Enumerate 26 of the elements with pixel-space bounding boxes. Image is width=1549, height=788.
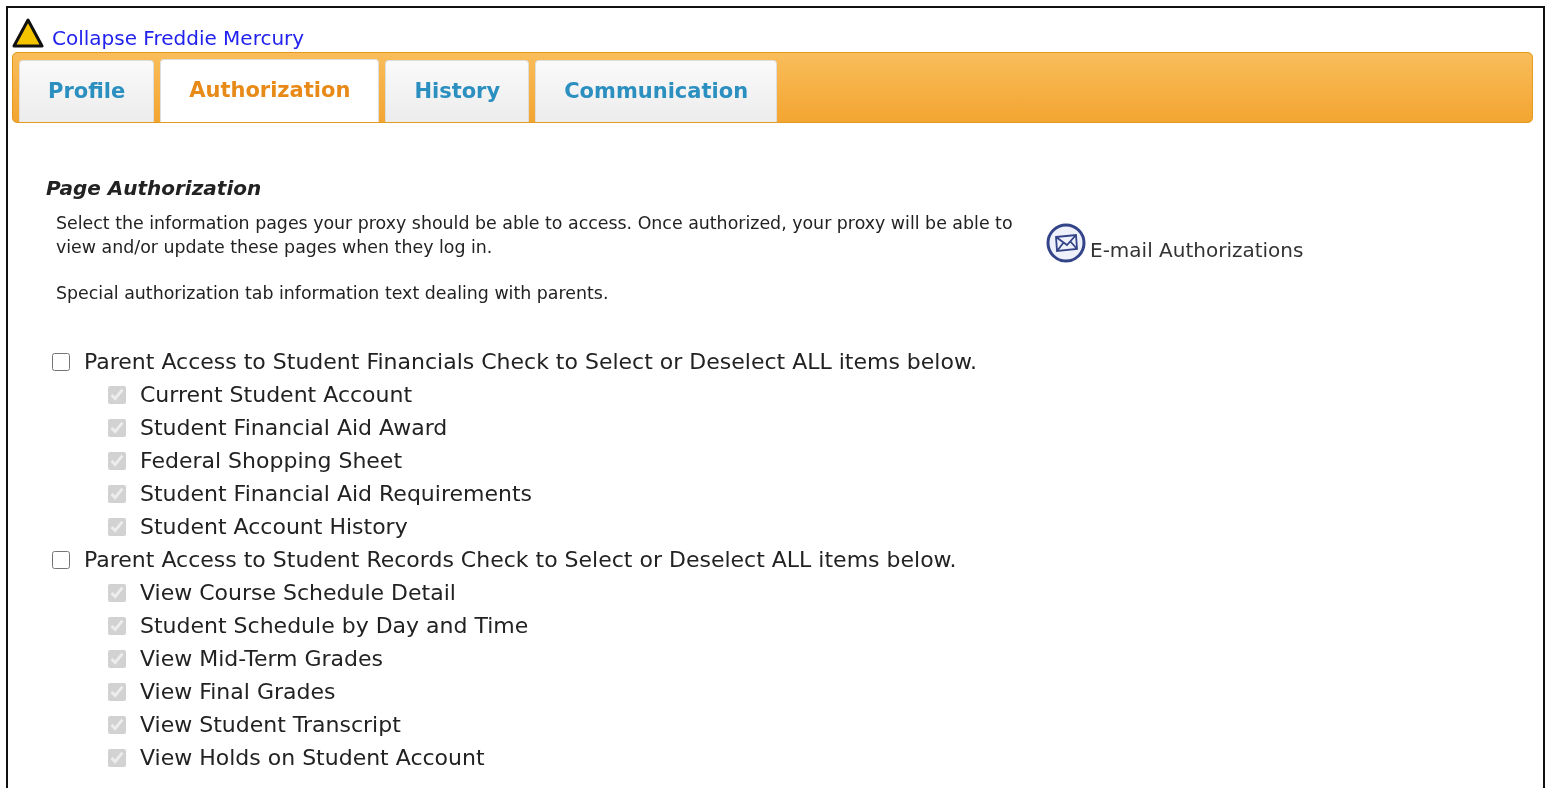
group-label: Parent Access to Student Records Check to Select or Deselect ALL items below. — [84, 546, 957, 574]
warning-icon — [12, 18, 44, 48]
page-label: Student Schedule by Day and Time — [140, 612, 529, 640]
description-text: Special authorization tab information text dealing with parents. — [56, 282, 610, 305]
page-label: Student Account History — [140, 513, 408, 541]
page-label: View Course Schedule Detail — [140, 579, 456, 607]
page-label: Federal Shopping Sheet — [140, 447, 403, 475]
email-authorizations-link[interactable]: E-mail Authorizations — [1046, 223, 1304, 265]
page-label: View Student Transcript — [140, 711, 401, 739]
page-label: View Holds on Student Account — [140, 744, 485, 772]
page-label: View Mid-Term Grades — [140, 645, 384, 673]
page-label: Student Financial Aid Requirements — [140, 480, 532, 508]
checkbox[interactable] — [52, 352, 70, 371]
tab[interactable]: Profile — [19, 60, 155, 122]
description-text: Select the information pages your proxy should be able to access. Once authorized, your proxy will be able to view and/or update these pages when they log in. — [56, 212, 1014, 259]
section-title: Page Authorization — [46, 175, 263, 202]
checkbox[interactable] — [52, 550, 70, 569]
page-label: Current Student Account — [140, 381, 413, 409]
page-label: View Final Grades — [140, 678, 336, 706]
tab[interactable]: Communication — [535, 60, 778, 122]
collapse-link[interactable]: Collapse Freddie Mercury — [52, 28, 305, 48]
page-label: Student Financial Aid Award — [140, 414, 448, 442]
envelope-icon — [1046, 223, 1088, 265]
tab[interactable]: Authorization — [160, 59, 380, 122]
group-label: Parent Access to Student Financials Check to Select or Deselect ALL items below. — [84, 348, 977, 376]
tab[interactable]: History — [385, 60, 530, 122]
